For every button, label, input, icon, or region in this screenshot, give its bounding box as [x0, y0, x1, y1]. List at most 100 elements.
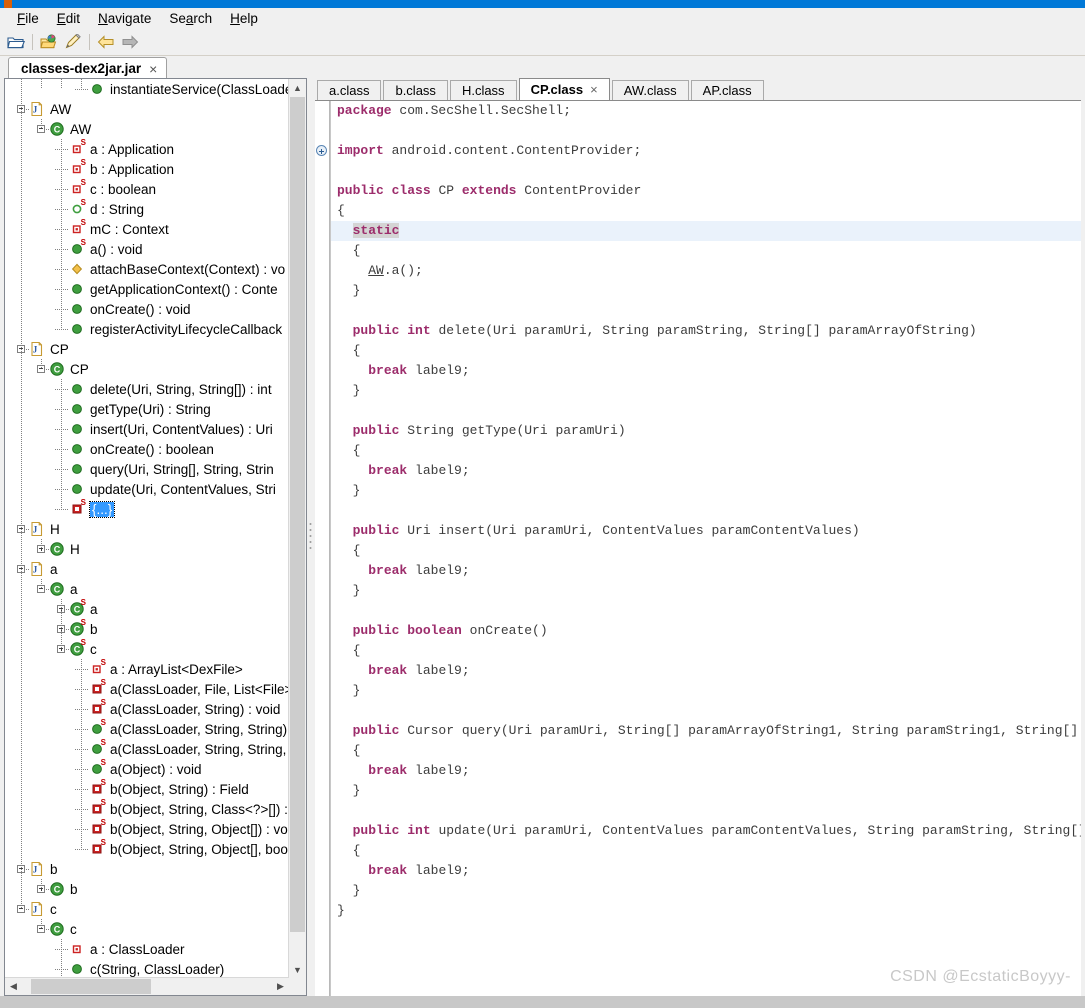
- tree-expand-toggle[interactable]: [55, 639, 70, 659]
- tree-expand-toggle[interactable]: [35, 879, 50, 899]
- close-icon[interactable]: ×: [590, 82, 598, 97]
- tree-expand-toggle[interactable]: [35, 539, 50, 559]
- tree-expand-toggle[interactable]: [55, 619, 70, 639]
- tree-node[interactable]: getType(Uri) : String: [5, 399, 289, 419]
- tree-node[interactable]: registerActivityLifecycleCallback: [5, 319, 289, 339]
- menu-file[interactable]: File: [8, 9, 48, 28]
- editor-tab-aw-class[interactable]: AW.class: [611, 80, 689, 100]
- tree-node[interactable]: c(String, ClassLoader): [5, 959, 289, 978]
- tree-node-label: d : String: [90, 201, 145, 217]
- tree-node[interactable]: CSb: [5, 619, 289, 639]
- scroll-left-arrow[interactable]: ◀: [5, 978, 22, 995]
- tree-node[interactable]: CSa: [5, 599, 289, 619]
- tree-node[interactable]: Sa() : void: [5, 239, 289, 259]
- tree-node[interactable]: SmC : Context: [5, 219, 289, 239]
- tree-node[interactable]: Sb(Object, String, Object[], bool: [5, 839, 289, 859]
- tree-leaf-connector: [55, 159, 69, 179]
- tree-node[interactable]: Sc : boolean: [5, 179, 289, 199]
- editor-tab-b-class[interactable]: b.class: [383, 80, 448, 100]
- tree-node[interactable]: Jc: [5, 899, 289, 919]
- open-type-icon[interactable]: [37, 30, 61, 54]
- editor-tab-cp-class[interactable]: CP.class ×: [518, 78, 610, 100]
- tree-node[interactable]: Sa(ClassLoader, String, String, b: [5, 739, 289, 759]
- tree-node[interactable]: CSc: [5, 639, 289, 659]
- editor-tab-ap-class[interactable]: AP.class: [690, 80, 764, 100]
- tree-collapse-toggle[interactable]: [15, 559, 30, 579]
- tree-node[interactable]: Sb(Object, String, Class<?>[]) : N: [5, 799, 289, 819]
- tree-vertical-scrollbar[interactable]: ▲ ▼: [288, 79, 306, 978]
- editor-tab-a-class[interactable]: a.class: [317, 80, 382, 100]
- tree-collapse-toggle[interactable]: [15, 519, 30, 539]
- tree-collapse-toggle[interactable]: [35, 119, 50, 139]
- tree-node[interactable]: getApplicationContext() : Conte: [5, 279, 289, 299]
- tree-node[interactable]: Sb : Application: [5, 159, 289, 179]
- tree-node[interactable]: onCreate() : boolean: [5, 439, 289, 459]
- editor-tab-h-class[interactable]: H.class: [449, 80, 517, 100]
- forward-arrow-icon[interactable]: [118, 30, 142, 54]
- tree-node[interactable]: update(Uri, ContentValues, Stri: [5, 479, 289, 499]
- tree-collapse-toggle[interactable]: [15, 859, 30, 879]
- tree-collapse-toggle[interactable]: [35, 359, 50, 379]
- scroll-down-arrow[interactable]: ▼: [289, 961, 306, 978]
- scroll-up-arrow[interactable]: ▲: [289, 79, 306, 96]
- tree-node[interactable]: Sa : Application: [5, 139, 289, 159]
- splitter-grip[interactable]: [308, 520, 313, 554]
- tree-node[interactable]: Sb(Object, String) : Field: [5, 779, 289, 799]
- tree-node[interactable]: attachBaseContext(Context) : vo: [5, 259, 289, 279]
- fold-gutter[interactable]: [315, 101, 330, 996]
- tree-node[interactable]: Sa : ArrayList<DexFile>: [5, 659, 289, 679]
- pane-splitter[interactable]: [307, 78, 315, 996]
- tree-node[interactable]: delete(Uri, String, String[]) : int: [5, 379, 289, 399]
- menu-edit[interactable]: Edit: [48, 9, 89, 28]
- tree-node[interactable]: query(Uri, String[], String, Strin: [5, 459, 289, 479]
- fold-expand-icon[interactable]: [316, 145, 327, 156]
- tree-node[interactable]: Ca: [5, 579, 289, 599]
- tree-node[interactable]: CH: [5, 539, 289, 559]
- tree-node[interactable]: a : ClassLoader: [5, 939, 289, 959]
- code-area[interactable]: package com.SecShell.SecShell; import an…: [315, 100, 1081, 996]
- back-arrow-icon[interactable]: [94, 30, 118, 54]
- tree-node[interactable]: J CP: [5, 339, 289, 359]
- tree-node[interactable]: instantiateService(ClassLoader,: [5, 79, 289, 99]
- tree-node[interactable]: C AW: [5, 119, 289, 139]
- tree-collapse-toggle[interactable]: [35, 919, 50, 939]
- open-file-icon[interactable]: [4, 30, 28, 54]
- menu-search[interactable]: Search: [160, 9, 221, 28]
- tree-node[interactable]: Sa(ClassLoader, File, List<File>,: [5, 679, 289, 699]
- csdn-watermark: CSDN @EcstaticBoyyy-: [890, 968, 1071, 985]
- tree-node[interactable]: Jb: [5, 859, 289, 879]
- tree-node[interactable]: Sd : String: [5, 199, 289, 219]
- code-line: }: [337, 483, 361, 498]
- file-tab-classes-dex2jar[interactable]: classes-dex2jar.jar ×: [8, 57, 168, 79]
- tree-node[interactable]: J AW: [5, 99, 289, 119]
- menu-help[interactable]: Help: [221, 9, 267, 28]
- tree-node[interactable]: Sa(ClassLoader, String, String) :: [5, 719, 289, 739]
- search-icon[interactable]: [61, 30, 85, 54]
- tree-node[interactable]: insert(Uri, ContentValues) : Uri: [5, 419, 289, 439]
- tree-node[interactable]: JH: [5, 519, 289, 539]
- tree-node[interactable]: onCreate() : void: [5, 299, 289, 319]
- tree-expand-toggle[interactable]: [55, 599, 70, 619]
- tree-node[interactable]: Sb(Object, String, Object[]) : void: [5, 819, 289, 839]
- tree-node[interactable]: Sa(ClassLoader, String) : void: [5, 699, 289, 719]
- tree-node[interactable]: Cc: [5, 919, 289, 939]
- close-icon[interactable]: ×: [149, 61, 157, 77]
- scroll-right-arrow[interactable]: ▶: [272, 978, 289, 995]
- tree-node[interactable]: Cb: [5, 879, 289, 899]
- tree-collapse-toggle[interactable]: [15, 99, 30, 119]
- tree-horizontal-scrollbar[interactable]: ◀ ▶: [5, 977, 289, 995]
- menu-navigate[interactable]: Navigate: [89, 9, 160, 28]
- tree-collapse-toggle[interactable]: [15, 899, 30, 919]
- class-tree[interactable]: instantiateService(ClassLoader, J AW C AW Sa …: [5, 79, 289, 978]
- tree-node[interactable]: S {...}: [5, 499, 289, 519]
- source-code[interactable]: package com.SecShell.SecShell; import an…: [330, 101, 1081, 996]
- tree-collapse-toggle[interactable]: [15, 339, 30, 359]
- method-public-icon: S: [89, 739, 106, 757]
- tree-collapse-toggle[interactable]: [35, 579, 50, 599]
- tree-node[interactable]: C CP: [5, 359, 289, 379]
- tree-node[interactable]: Sa(Object) : void: [5, 759, 289, 779]
- tree-node[interactable]: Ja: [5, 559, 289, 579]
